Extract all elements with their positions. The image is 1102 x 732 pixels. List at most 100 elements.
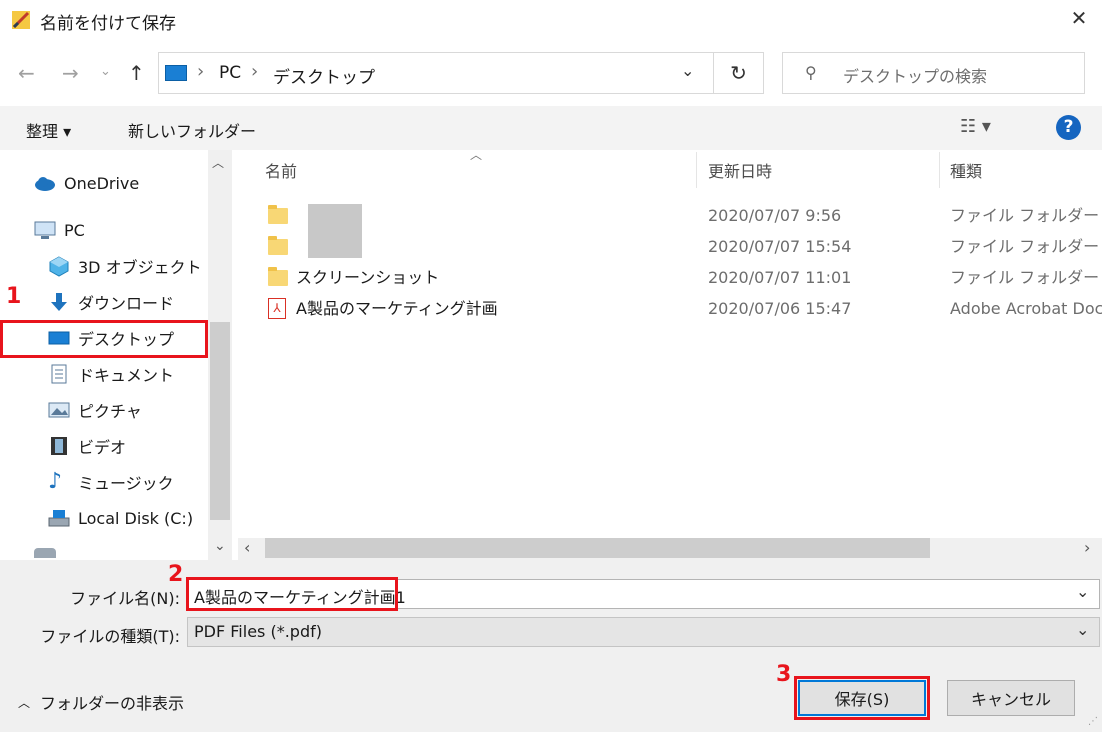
hide-folders-toggle[interactable]: ︿ フォルダーの非表示 (18, 690, 184, 714)
filetype-value: PDF Files (*.pdf) (194, 622, 322, 641)
nav-item-label: ドキュメント (78, 366, 175, 385)
column-divider[interactable] (939, 152, 940, 188)
cloud-icon (34, 172, 56, 194)
view-options-icon[interactable]: ☷ ▾ (960, 116, 991, 137)
up-arrow-icon[interactable]: ↑ (128, 61, 145, 85)
hide-folders-label: フォルダーの非表示 (40, 694, 185, 713)
folder-icon (268, 236, 288, 255)
nav-item-3d-objects[interactable]: 3D オブジェクト (48, 249, 202, 283)
nav-item-label: ミュージック (78, 474, 174, 493)
file-type: ファイル フォルダー (950, 237, 1100, 256)
network-icon (34, 548, 56, 558)
filetype-label: ファイルの種類(T): (40, 627, 180, 646)
annotation-number-1: 1 (6, 284, 22, 309)
window-title: 名前を付けて保存 (40, 14, 176, 34)
recent-chevron-down-icon[interactable]: ⌄ (100, 64, 111, 79)
file-type: ファイル フォルダー (950, 268, 1100, 287)
file-row[interactable]: 2020/07/07 9:56 ファイル フォルダー (238, 200, 1102, 258)
nav-item-label: ダウンロード (78, 294, 175, 313)
nav-item-downloads[interactable]: ダウンロード (48, 285, 174, 319)
chevron-up-icon: ︿ (18, 695, 31, 710)
filename-label: ファイル名(N): (70, 589, 180, 608)
column-header-name[interactable]: 名前 (265, 152, 297, 188)
file-row[interactable]: スクリーンショット 2020/07/07 11:01 ファイル フォルダー (238, 262, 1102, 293)
nav-item-label: ビデオ (78, 438, 127, 457)
scroll-right-chevron-icon[interactable]: › (1084, 538, 1090, 557)
pdf-icon: ⅄ (268, 298, 286, 319)
nav-item-label: OneDrive (64, 173, 140, 193)
nav-item-pictures[interactable]: ピクチャ (48, 393, 142, 427)
back-arrow-icon[interactable]: ← (18, 61, 35, 85)
nav-item-documents[interactable]: ドキュメント (48, 357, 174, 391)
breadcrumb-desktop[interactable]: デスクトップ (273, 63, 375, 88)
nav-item-music[interactable]: ♪ ミュージック (48, 465, 174, 499)
file-row[interactable]: ⅄ A製品のマーケティング計画 2020/07/06 15:47 Adobe A… (238, 293, 1102, 324)
file-date: 2020/07/07 9:56 (708, 206, 842, 225)
nav-item-videos[interactable]: ビデオ (48, 429, 126, 463)
file-date: 2020/07/07 11:01 (708, 268, 852, 287)
filetype-chevron-down-icon[interactable]: ⌄ (1076, 620, 1089, 639)
horizontal-scrollbar-thumb[interactable] (265, 538, 930, 558)
scroll-down-chevron-icon[interactable]: ⌄ (214, 538, 226, 554)
breadcrumb-pc[interactable]: PC (219, 63, 241, 83)
annotation-number-2: 2 (168, 562, 184, 587)
sort-ascending-icon: ︿ (470, 148, 483, 162)
film-icon (48, 435, 70, 457)
filename-chevron-down-icon[interactable]: ⌄ (1076, 582, 1089, 601)
nav-item-label: PC (64, 220, 85, 240)
folder-icon (268, 267, 288, 286)
search-box[interactable]: ⚲ デスクトップの検索 (782, 52, 1085, 94)
drive-icon (48, 507, 70, 529)
nav-scrollbar-thumb[interactable] (210, 322, 230, 520)
address-dropdown-chevron-icon[interactable]: ⌄ (681, 61, 694, 80)
nav-item-local-disk[interactable]: Local Disk (C:) (48, 501, 193, 535)
breadcrumb-sep: › (197, 61, 205, 82)
title-bar: 名前を付けて保存 ✕ (0, 0, 1102, 40)
organize-button[interactable]: 整理 ▾ (26, 118, 71, 142)
cancel-button[interactable]: キャンセル (947, 680, 1075, 716)
resize-grip-icon[interactable]: ⋰ (1088, 716, 1098, 727)
command-bar: 整理 ▾ 新しいフォルダー ☷ ▾ ? (0, 106, 1102, 150)
nav-item-onedrive[interactable]: OneDrive (34, 166, 139, 200)
help-icon[interactable]: ? (1056, 115, 1081, 140)
folder-icon (268, 205, 288, 224)
file-name: A製品のマーケティング計画 (296, 299, 498, 318)
column-divider[interactable] (696, 152, 697, 188)
app-icon (10, 9, 32, 31)
nav-item-label: 3D オブジェクト (78, 258, 202, 277)
annotation-number-3: 3 (776, 662, 792, 687)
forward-arrow-icon[interactable]: → (62, 61, 79, 85)
cube-icon (48, 255, 70, 277)
nav-item-pc[interactable]: PC (34, 213, 85, 247)
filetype-select[interactable]: PDF Files (*.pdf) ⌄ (187, 617, 1100, 647)
nav-item-label: ピクチャ (78, 402, 142, 421)
picture-icon (48, 399, 70, 421)
breadcrumb-sep: › (251, 61, 259, 82)
refresh-button[interactable]: ↻ (714, 52, 764, 94)
file-date: 2020/07/06 15:47 (708, 299, 852, 318)
scroll-left-chevron-icon[interactable]: ‹ (244, 538, 250, 557)
close-icon[interactable]: ✕ (1066, 6, 1092, 30)
document-icon (48, 363, 70, 385)
file-date: 2020/07/07 15:54 (708, 237, 852, 256)
refresh-icon: ↻ (730, 61, 747, 85)
column-header-date[interactable]: 更新日時 (708, 152, 772, 188)
column-header-type[interactable]: 種類 (950, 152, 982, 188)
search-input[interactable]: デスクトップの検索 (843, 63, 987, 87)
annotation-highlight-save (794, 676, 930, 720)
annotation-highlight-desktop (0, 320, 208, 358)
pc-icon (34, 219, 56, 241)
file-name: スクリーンショット (296, 268, 440, 287)
search-icon: ⚲ (805, 63, 817, 82)
address-box[interactable]: › PC › デスクトップ ⌄ (158, 52, 714, 94)
music-note-icon: ♪ (48, 469, 63, 494)
new-folder-button[interactable]: 新しいフォルダー (128, 118, 256, 142)
cancel-label: キャンセル (970, 690, 1051, 709)
file-row[interactable]: 2020/07/07 15:54 ファイル フォルダー (238, 231, 1102, 262)
nav-item-label: Local Disk (C:) (78, 508, 194, 528)
scroll-up-chevron-icon[interactable]: ︿ (212, 154, 224, 171)
file-type: Adobe Acrobat Doc (950, 299, 1102, 318)
pc-icon (165, 65, 187, 81)
annotation-highlight-filename (186, 577, 398, 611)
file-type: ファイル フォルダー (950, 206, 1100, 225)
